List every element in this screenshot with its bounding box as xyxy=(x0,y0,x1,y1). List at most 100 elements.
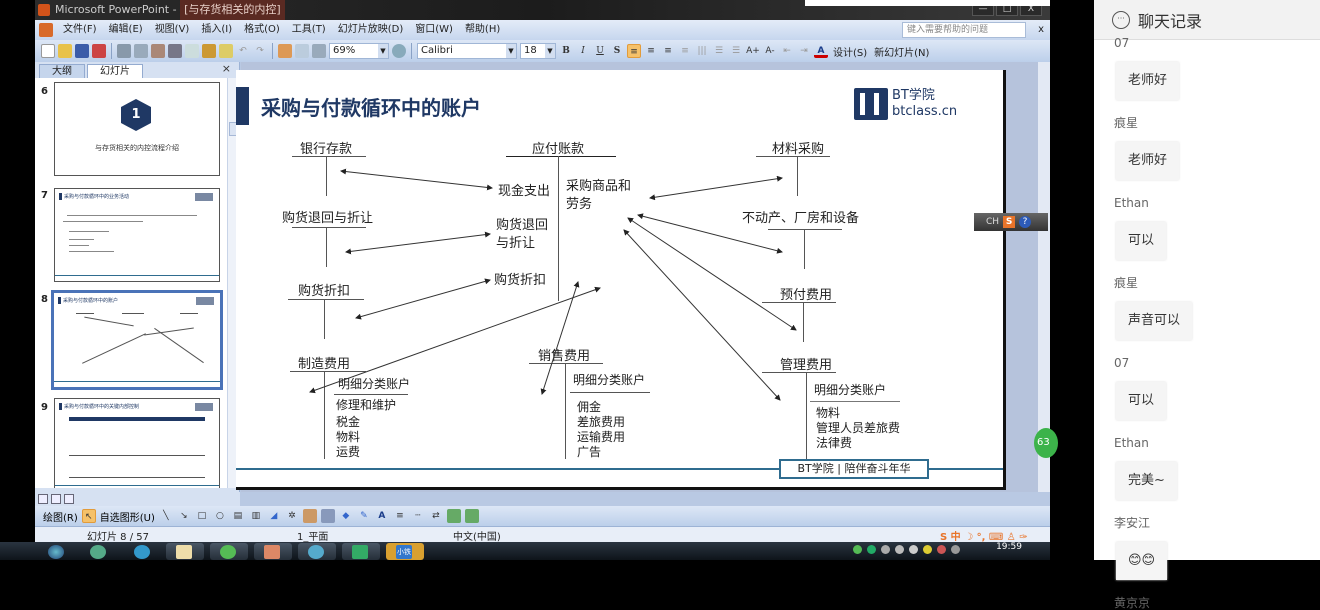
menu-window[interactable]: 窗口(W) xyxy=(409,20,459,40)
grid-icon[interactable] xyxy=(312,44,326,58)
menu-slideshow[interactable]: 幻灯片放映(D) xyxy=(332,20,410,40)
italic-button[interactable]: I xyxy=(576,44,590,58)
help-search-input[interactable]: 键入需要帮助的问题 xyxy=(902,22,1026,38)
arrow-style-icon[interactable]: ⇄ xyxy=(429,509,443,523)
redo-icon[interactable]: ↷ xyxy=(253,44,267,58)
speed-badge[interactable]: 63 xyxy=(1034,428,1058,458)
slide-thumbnail-8-selected[interactable]: 采购与付款循环中的账户 xyxy=(51,290,223,390)
help-icon[interactable] xyxy=(392,44,406,58)
decrease-indent-icon[interactable]: ⇤ xyxy=(780,44,794,58)
picture-icon[interactable] xyxy=(320,509,335,523)
format-painter-icon[interactable] xyxy=(219,44,233,58)
font-color-button[interactable]: A xyxy=(814,44,828,58)
clock[interactable]: 19:59 xyxy=(996,542,1022,552)
slide-thumbnail-6[interactable]: 1 与存货相关的内控流程介绍 xyxy=(54,82,220,176)
taskbar-app-xiaotie[interactable]: 小铁 xyxy=(386,543,424,560)
autoshapes-button[interactable]: 自选图形(U) xyxy=(100,509,155,524)
distribute-icon[interactable]: ||| xyxy=(695,44,709,58)
font-color-icon[interactable]: A xyxy=(375,509,389,523)
close-panel-button[interactable]: × xyxy=(222,62,231,75)
network-icon[interactable] xyxy=(951,545,960,554)
decrease-font-button[interactable]: A- xyxy=(763,44,777,58)
bullets-icon[interactable]: ☰ xyxy=(729,44,743,58)
flag-icon[interactable] xyxy=(937,545,946,554)
tray-icon[interactable] xyxy=(895,545,904,554)
menu-help[interactable]: 帮助(H) xyxy=(459,20,506,40)
slide-thumbnail-7[interactable]: 采购与付款循环中的业务活动 xyxy=(54,188,220,282)
print-preview-icon[interactable] xyxy=(134,44,148,58)
increase-font-button[interactable]: A+ xyxy=(746,44,760,58)
start-button[interactable] xyxy=(38,543,76,560)
diagram-icon[interactable]: ✲ xyxy=(285,509,299,523)
taskbar-app-browser[interactable] xyxy=(124,543,162,560)
copy-icon[interactable] xyxy=(185,44,199,58)
tray-icon[interactable] xyxy=(923,545,932,554)
ime-language-bar[interactable]: CH S ? xyxy=(974,213,1048,231)
taskbar-app-2[interactable] xyxy=(210,543,248,560)
oval-tool-icon[interactable]: ○ xyxy=(213,509,227,523)
taskbar-app-contacts[interactable] xyxy=(80,543,118,560)
tray-icon[interactable] xyxy=(881,545,890,554)
menu-file[interactable]: 文件(F) xyxy=(57,20,103,40)
font-select[interactable]: Calibri ▼ xyxy=(417,43,517,59)
menu-insert[interactable]: 插入(I) xyxy=(195,20,238,40)
new-slide-button[interactable]: 新幻灯片(N) xyxy=(872,44,931,59)
permission-icon[interactable] xyxy=(92,44,106,58)
dash-style-icon[interactable]: ┄ xyxy=(411,509,425,523)
draw-menu-button[interactable]: 绘图(R) xyxy=(43,509,78,524)
tab-slides[interactable]: 幻灯片 xyxy=(87,64,143,78)
clipart-icon[interactable] xyxy=(302,509,317,523)
insert-table-icon[interactable] xyxy=(295,44,309,58)
open-icon[interactable] xyxy=(58,44,72,58)
3d-style-icon[interactable] xyxy=(464,509,479,523)
line-tool-icon[interactable]: ╲ xyxy=(159,509,173,523)
arrow-tool-icon[interactable]: ↘ xyxy=(177,509,191,523)
fill-color-icon[interactable]: ◆ xyxy=(339,509,353,523)
research-icon[interactable] xyxy=(168,44,182,58)
slideshow-icon[interactable] xyxy=(64,494,74,504)
close-doc-button[interactable]: x xyxy=(1038,20,1044,40)
design-button[interactable]: 设计(S) xyxy=(831,44,869,59)
line-color-icon[interactable]: ✎ xyxy=(357,509,371,523)
font-size-select[interactable]: 18 ▼ xyxy=(520,43,556,59)
slide-thumbnail-9[interactable]: 采购与付款循环中的关键内部控制 xyxy=(54,398,220,488)
tray-icon[interactable] xyxy=(867,545,876,554)
chat-message-list[interactable]: 07 老师好 痕星 老师好 Ethan 可以 痕星 声音可以 07 可以 Ethan 完美~… xyxy=(1094,36,1320,610)
save-icon[interactable] xyxy=(75,44,89,58)
align-center-icon[interactable]: ≡ xyxy=(644,44,658,58)
tray-icon[interactable] xyxy=(853,545,862,554)
bold-button[interactable]: B xyxy=(559,44,573,58)
menu-format[interactable]: 格式(O) xyxy=(238,20,286,40)
taskbar-app-excel[interactable] xyxy=(342,543,380,560)
tab-outline[interactable]: 大纲 xyxy=(39,64,85,78)
select-objects-icon[interactable]: ↖ xyxy=(81,509,96,523)
sogou-ime-status-icon[interactable]: S 中 ☽ °, ⌨ ♙ ✑ xyxy=(940,528,1028,543)
paste-icon[interactable] xyxy=(202,44,216,58)
help-icon[interactable]: ? xyxy=(1019,216,1032,228)
undo-icon[interactable]: ↶ xyxy=(236,44,250,58)
align-right-icon[interactable]: ≡ xyxy=(661,44,675,58)
textbox-icon[interactable]: ▤ xyxy=(231,509,245,523)
menu-view[interactable]: 视图(V) xyxy=(149,20,196,40)
sogou-icon[interactable]: S xyxy=(1003,216,1016,228)
menu-edit[interactable]: 编辑(E) xyxy=(103,20,149,40)
rectangle-tool-icon[interactable]: □ xyxy=(195,509,209,523)
taskbar-app-explorer[interactable] xyxy=(166,543,204,560)
numbering-icon[interactable]: ☰ xyxy=(712,44,726,58)
slide-sorter-icon[interactable] xyxy=(51,494,61,504)
shadow-button[interactable]: S xyxy=(610,44,624,58)
new-icon[interactable] xyxy=(41,44,55,58)
volume-icon[interactable] xyxy=(909,545,918,554)
underline-button[interactable]: U xyxy=(593,44,607,58)
align-left-icon[interactable]: ≡ xyxy=(627,44,641,58)
menu-tools[interactable]: 工具(T) xyxy=(286,20,332,40)
vertical-textbox-icon[interactable]: ▥ xyxy=(249,509,263,523)
line-style-icon[interactable]: ≡ xyxy=(393,509,407,523)
taskbar-app-3[interactable] xyxy=(298,543,336,560)
insert-chart-icon[interactable] xyxy=(278,44,292,58)
wordart-icon[interactable]: ◢ xyxy=(267,509,281,523)
justify-icon[interactable]: ≡ xyxy=(678,44,692,58)
spelling-icon[interactable] xyxy=(151,44,165,58)
increase-indent-icon[interactable]: ⇥ xyxy=(797,44,811,58)
shadow-style-icon[interactable] xyxy=(446,509,461,523)
